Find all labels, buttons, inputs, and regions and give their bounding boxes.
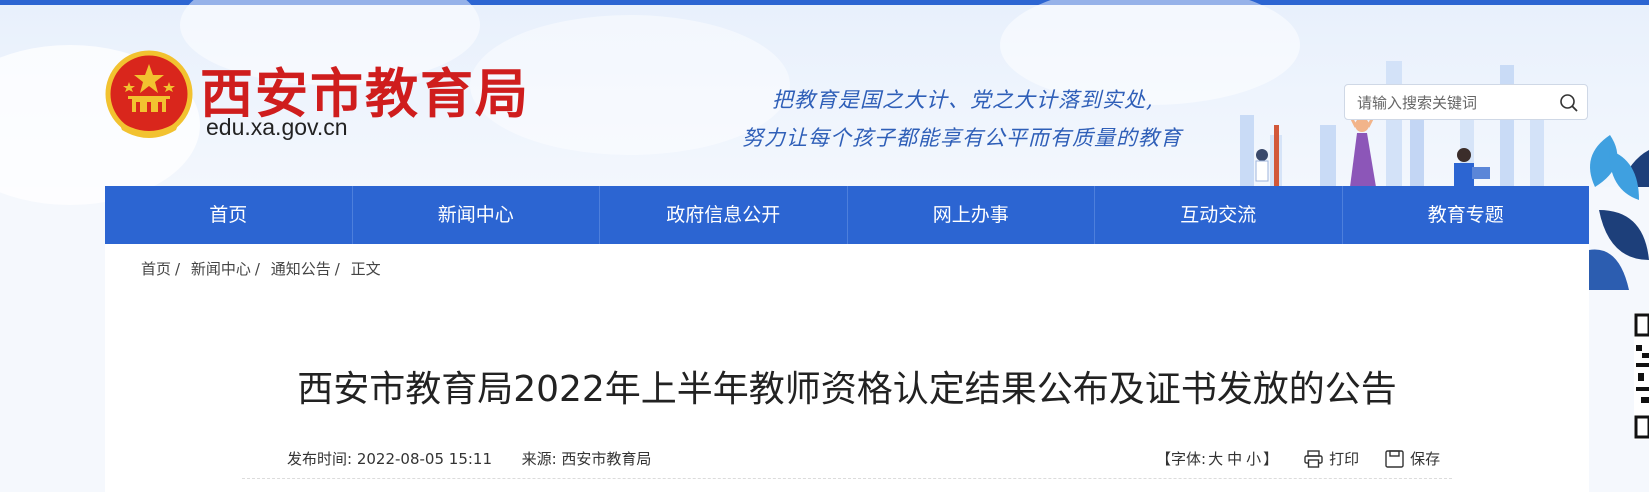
nav-item-news-center[interactable]: 新闻中心 bbox=[353, 186, 600, 244]
nav-item-home[interactable]: 首页 bbox=[105, 186, 353, 244]
breadcrumb-separator: / bbox=[175, 260, 181, 278]
publish-time: 2022-08-05 15:11 bbox=[356, 450, 493, 468]
print-icon bbox=[1304, 449, 1323, 468]
print-button[interactable]: 打印 bbox=[1304, 448, 1359, 469]
save-label: 保存 bbox=[1410, 450, 1441, 468]
source-label: 来源: bbox=[521, 450, 557, 468]
save-button[interactable]: 保存 bbox=[1385, 448, 1440, 469]
nav-item-gov-info[interactable]: 政府信息公开 bbox=[600, 186, 848, 244]
nav-item-education-topics[interactable]: 教育专题 bbox=[1343, 186, 1590, 244]
breadcrumb-news-center[interactable]: 新闻中心 bbox=[191, 260, 251, 278]
print-label: 打印 bbox=[1329, 450, 1360, 468]
search-input[interactable] bbox=[1355, 91, 1549, 115]
breadcrumb: 首页 / 新闻中心 / 通知公告 / 正文 bbox=[141, 258, 381, 279]
breadcrumb-separator: / bbox=[254, 260, 260, 278]
breadcrumb-current: 正文 bbox=[350, 260, 381, 278]
qr-code-icon[interactable] bbox=[1634, 313, 1649, 440]
font-size-label: 【字体: bbox=[1156, 450, 1207, 468]
font-size-small[interactable]: 小 bbox=[1246, 448, 1261, 469]
font-size-medium[interactable]: 中 bbox=[1227, 448, 1242, 469]
article-tools: 【字体: 大 中 小 】 打印 保存 bbox=[1156, 448, 1440, 469]
article-meta: 发布时间: 2022-08-05 15:11 来源: 西安市教育局 bbox=[287, 448, 651, 469]
font-size-large[interactable]: 大 bbox=[1208, 448, 1223, 469]
leaf-decoration bbox=[1589, 150, 1649, 290]
search-box[interactable] bbox=[1344, 84, 1588, 120]
nav-item-online-services[interactable]: 网上办事 bbox=[848, 186, 1095, 244]
breadcrumb-notices[interactable]: 通知公告 bbox=[271, 260, 331, 278]
slogan-line-1: 把教育是国之大计、党之大计落到实处, bbox=[772, 88, 1154, 112]
meta-divider bbox=[242, 478, 1452, 479]
article-title: 西安市教育局2022年上半年教师资格认定结果公布及证书发放的公告 bbox=[297, 369, 1397, 410]
font-size-close: 】 bbox=[1263, 450, 1279, 468]
source: 西安市教育局 bbox=[561, 450, 652, 468]
search-icon[interactable] bbox=[1559, 93, 1579, 113]
nav-item-interaction[interactable]: 互动交流 bbox=[1095, 186, 1343, 244]
header-illustration bbox=[1240, 61, 1649, 187]
publish-time-label: 发布时间: bbox=[287, 450, 353, 468]
site-domain: edu.xa.gov.cn bbox=[206, 114, 348, 140]
slogan-line-2: 努力让每个孩子都能享有公平而有质量的教育 bbox=[742, 126, 1182, 150]
main-nav: 首页 新闻中心 政府信息公开 网上办事 互动交流 教育专题 bbox=[105, 186, 1589, 244]
breadcrumb-separator: / bbox=[334, 260, 340, 278]
breadcrumb-home[interactable]: 首页 bbox=[141, 260, 171, 278]
national-emblem-icon bbox=[105, 50, 193, 138]
save-icon bbox=[1385, 449, 1404, 468]
